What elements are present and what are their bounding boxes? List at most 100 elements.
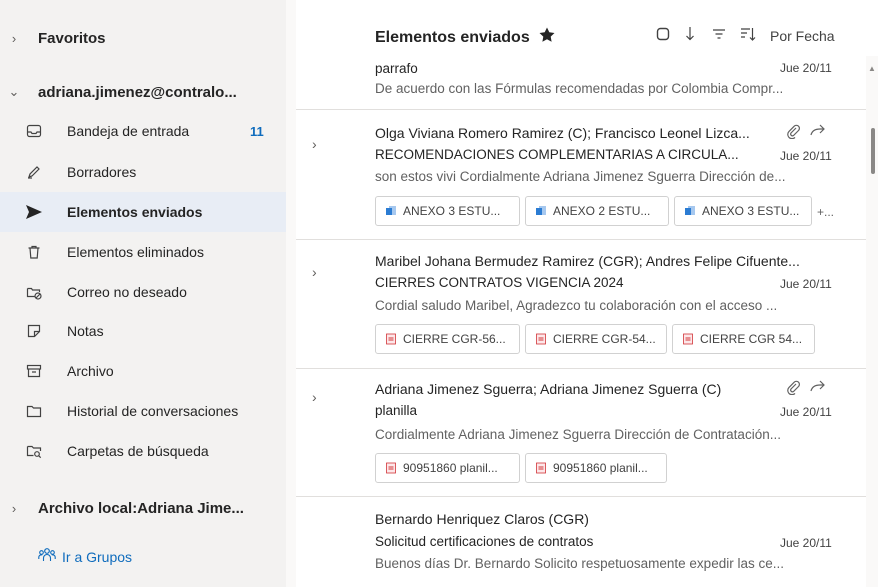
sidebar-item-label: Correo no deseado xyxy=(67,284,187,300)
message-row[interactable]: › Adriana Jimenez Sguerra; Adriana Jimen… xyxy=(296,369,866,496)
attachment-name: CIERRE CGR-54... xyxy=(553,332,656,346)
sort-by-date-button[interactable]: Por Fecha xyxy=(770,28,835,44)
scrollbar-thumb[interactable] xyxy=(871,128,875,174)
pdf-file-icon xyxy=(385,462,397,474)
attachment-name: 90951860 planil... xyxy=(553,461,648,475)
attachment-name: ANEXO 3 ESTU... xyxy=(702,204,800,218)
account-section[interactable]: ⌄ adriana.jimenez@contralo... xyxy=(0,72,286,112)
attachment-chip[interactable]: 90951860 planil... xyxy=(525,453,667,483)
attachment-chip[interactable]: ANEXO 3 ESTU... xyxy=(674,196,812,226)
sidebar-item-label: Notas xyxy=(67,323,104,339)
chevron-right-icon[interactable]: › xyxy=(0,31,28,46)
message-list-pane: Elementos enviados Por Fecha parrafo Jue… xyxy=(296,0,878,587)
message-sender: Maribel Johana Bermudez Ramirez (CGR); A… xyxy=(375,253,800,269)
favorites-section[interactable]: › Favoritos xyxy=(0,18,286,58)
select-checkbox-icon[interactable] xyxy=(656,27,670,44)
message-row[interactable]: › Maribel Johana Bermudez Ramirez (CGR);… xyxy=(296,240,866,368)
expand-conversation-icon[interactable]: › xyxy=(312,389,317,405)
sidebar-item-label: Archivo xyxy=(67,363,114,379)
attachment-name: ANEXO 2 ESTU... xyxy=(553,204,651,218)
folder-pane: › Favoritos ⌄ adriana.jimenez@contralo..… xyxy=(0,0,286,587)
message-subject: planilla xyxy=(375,403,418,418)
go-to-groups-link[interactable]: Ir a Grupos xyxy=(38,547,132,566)
message-actions xyxy=(786,379,826,398)
unread-count-badge: 11 xyxy=(250,123,264,139)
word-file-icon xyxy=(535,205,547,217)
favorites-label: Favoritos xyxy=(38,29,106,47)
sidebar-item-archive[interactable]: Archivo xyxy=(0,351,286,391)
folder-icon xyxy=(24,401,44,421)
junk-icon xyxy=(24,282,44,302)
pdf-file-icon xyxy=(535,462,547,474)
sidebar-item-deleted[interactable]: Elementos eliminados xyxy=(0,232,286,272)
drafts-icon xyxy=(24,162,44,182)
message-preview: son estos vivi Cordialmente Adriana Jime… xyxy=(375,169,786,184)
sidebar-item-junk[interactable]: Correo no deseado xyxy=(0,272,286,312)
sidebar-item-drafts[interactable]: Borradores xyxy=(0,152,286,192)
sidebar-item-label: Elementos eliminados xyxy=(67,244,204,260)
message-row[interactable]: parrafo Jue 20/11 De acuerdo con las Fór… xyxy=(296,56,866,109)
sidebar-item-inbox[interactable]: Bandeja de entrada 11 xyxy=(0,111,286,151)
trash-icon xyxy=(24,242,44,262)
forward-icon xyxy=(810,123,826,142)
message-row[interactable]: › Olga Viviana Romero Ramirez (C); Franc… xyxy=(296,110,866,239)
sidebar-item-label: Borradores xyxy=(67,164,137,180)
chevron-down-icon[interactable]: ⌄ xyxy=(0,84,28,100)
attachment-chip[interactable]: CIERRE CGR-56... xyxy=(375,324,520,354)
message-date: Jue 20/11 xyxy=(780,536,832,550)
send-icon xyxy=(24,202,44,222)
folder-title-label: Elementos enviados xyxy=(375,28,530,46)
message-date: Jue 20/11 xyxy=(780,149,832,163)
message-row[interactable]: Bernardo Henriquez Claros (CGR) Solicitu… xyxy=(296,497,866,587)
forward-icon xyxy=(810,379,826,398)
filter-icon[interactable] xyxy=(712,27,726,44)
message-sender: Bernardo Henriquez Claros (CGR) xyxy=(375,511,589,527)
list-toolbar: Por Fecha xyxy=(656,26,835,45)
attachment-name: CIERRE CGR 54... xyxy=(700,332,803,346)
message-sender: Adriana Jimenez Sguerra; Adriana Jimenez… xyxy=(375,381,722,397)
pane-separator xyxy=(286,0,296,587)
message-date: Jue 20/11 xyxy=(780,277,832,291)
local-archive-section[interactable]: › Archivo local:Adriana Jime... xyxy=(0,488,286,528)
attachment-chip[interactable]: 90951860 planil... xyxy=(375,453,520,483)
scroll-up-arrow-icon[interactable]: ▲ xyxy=(868,64,876,73)
expand-conversation-icon[interactable]: › xyxy=(312,264,317,280)
attachment-chip[interactable]: ANEXO 3 ESTU... xyxy=(375,196,520,226)
attachment-chip[interactable]: CIERRE CGR-54... xyxy=(525,324,667,354)
more-attachments-link[interactable]: +... xyxy=(817,205,834,219)
attachment-name: 90951860 planil... xyxy=(403,461,498,475)
sidebar-item-sent[interactable]: Elementos enviados xyxy=(0,192,286,232)
message-date: Jue 20/11 xyxy=(780,61,832,75)
account-label: adriana.jimenez@contralo... xyxy=(38,83,237,101)
sidebar-item-label: Carpetas de búsqueda xyxy=(67,443,209,459)
message-preview: Cordialmente Adriana Jimenez Sguerra Dir… xyxy=(375,427,781,442)
attachment-chip[interactable]: ANEXO 2 ESTU... xyxy=(525,196,669,226)
pdf-file-icon xyxy=(535,333,547,345)
message-preview: De acuerdo con las Fórmulas recomendadas… xyxy=(375,81,784,96)
sort-icon[interactable] xyxy=(740,26,756,45)
message-subject: RECOMENDACIONES COMPLEMENTARIAS A CIRCUL… xyxy=(375,147,739,162)
sidebar-item-conversation-history[interactable]: Historial de conversaciones xyxy=(0,391,286,431)
message-subject: parrafo xyxy=(375,61,418,76)
pdf-file-icon xyxy=(682,333,694,345)
attachment-name: CIERRE CGR-56... xyxy=(403,332,506,346)
search-folder-icon xyxy=(24,441,44,461)
jump-to-icon[interactable] xyxy=(684,26,698,45)
folder-title: Elementos enviados xyxy=(375,26,556,49)
attachment-name: ANEXO 3 ESTU... xyxy=(403,204,501,218)
archive-icon xyxy=(24,361,44,381)
message-actions xyxy=(786,123,826,142)
sidebar-item-label: Bandeja de entrada xyxy=(67,123,190,139)
attachment-icon xyxy=(786,123,800,142)
expand-conversation-icon[interactable]: › xyxy=(312,136,317,152)
chevron-right-icon[interactable]: › xyxy=(0,501,28,516)
word-file-icon xyxy=(684,205,696,217)
sidebar-item-search-folders[interactable]: Carpetas de búsqueda xyxy=(0,431,286,471)
star-icon[interactable] xyxy=(538,26,556,49)
pdf-file-icon xyxy=(385,333,397,345)
groups-link-label: Ir a Grupos xyxy=(62,548,133,565)
sidebar-item-notes[interactable]: Notas xyxy=(0,311,286,351)
sidebar-item-label: Elementos enviados xyxy=(67,204,203,220)
attachment-chip[interactable]: CIERRE CGR 54... xyxy=(672,324,815,354)
attachment-icon xyxy=(786,379,800,398)
